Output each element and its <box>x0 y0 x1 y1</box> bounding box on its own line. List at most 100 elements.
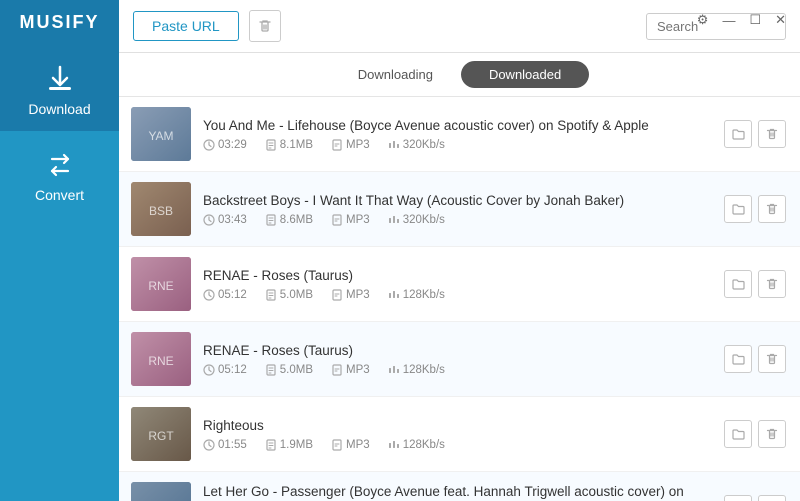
song-meta: 01:55 1.9MB MP3 128Kb/s <box>203 439 712 451</box>
tabs-bar: Downloading Downloaded <box>119 53 800 97</box>
song-duration: 05:12 <box>203 364 247 376</box>
song-format: MP3 <box>331 364 370 376</box>
song-size: 1.9MB <box>265 439 313 451</box>
folder-icon <box>731 277 746 292</box>
bitrate-icon <box>388 364 400 376</box>
song-actions <box>724 270 786 298</box>
delete-song-button[interactable] <box>758 420 786 448</box>
song-title: RENAE - Roses (Taurus) <box>203 342 712 360</box>
clock-icon <box>203 214 215 226</box>
folder-icon <box>731 127 746 142</box>
file-size-icon <box>265 364 277 376</box>
window-controls: ⚙ — ☐ ✕ <box>693 10 790 30</box>
song-bitrate: 128Kb/s <box>388 439 445 451</box>
format-icon <box>331 139 343 151</box>
topbar: Paste URL ⚙ — ☐ ✕ <box>119 0 800 53</box>
song-info: Backstreet Boys - I Want It That Way (Ac… <box>203 192 712 226</box>
trash-button[interactable] <box>249 10 281 42</box>
delete-icon <box>765 202 779 216</box>
open-folder-button[interactable] <box>724 120 752 148</box>
tab-downloaded[interactable]: Downloaded <box>461 61 589 88</box>
song-item: RGT Righteous 01:55 1.9MB MP3 <box>119 397 800 472</box>
svg-text:RNE: RNE <box>148 279 173 293</box>
topbar-left: Paste URL <box>133 10 281 42</box>
song-duration: 03:43 <box>203 214 247 226</box>
song-item: RNE RENAE - Roses (Taurus) 05:12 5.0MB M… <box>119 322 800 397</box>
song-thumbnail: BSB <box>131 182 191 236</box>
format-icon <box>331 364 343 376</box>
tab-downloading[interactable]: Downloading <box>330 61 461 88</box>
folder-icon <box>731 352 746 367</box>
song-bitrate: 128Kb/s <box>388 289 445 301</box>
song-size: 8.1MB <box>265 139 313 151</box>
delete-song-button[interactable] <box>758 120 786 148</box>
convert-icon <box>44 149 76 181</box>
song-thumbnail: RNE <box>131 332 191 386</box>
delete-song-button[interactable] <box>758 195 786 223</box>
bitrate-icon <box>388 214 400 226</box>
song-format: MP3 <box>331 289 370 301</box>
song-item: LHG Let Her Go - Passenger (Boyce Avenue… <box>119 472 800 501</box>
song-duration: 05:12 <box>203 289 247 301</box>
sidebar-item-convert[interactable]: Convert <box>0 131 119 217</box>
paste-url-button[interactable]: Paste URL <box>133 11 239 41</box>
clock-icon <box>203 289 215 301</box>
close-button[interactable]: ✕ <box>771 10 790 30</box>
svg-text:BSB: BSB <box>149 204 173 218</box>
format-icon <box>331 289 343 301</box>
song-title: Let Her Go - Passenger (Boyce Avenue fea… <box>203 483 712 501</box>
open-folder-button[interactable] <box>724 345 752 373</box>
file-size-icon <box>265 214 277 226</box>
song-meta: 03:43 8.6MB MP3 320Kb/s <box>203 214 712 226</box>
song-duration: 03:29 <box>203 139 247 151</box>
sidebar-download-label: Download <box>28 101 90 117</box>
song-title: Backstreet Boys - I Want It That Way (Ac… <box>203 192 712 210</box>
settings-icon[interactable]: ⚙ <box>693 10 713 30</box>
song-item: YAM You And Me - Lifehouse (Boyce Avenue… <box>119 97 800 172</box>
bitrate-icon <box>388 139 400 151</box>
song-format: MP3 <box>331 439 370 451</box>
song-thumbnail: RGT <box>131 407 191 461</box>
file-size-icon <box>265 439 277 451</box>
delete-song-button[interactable] <box>758 495 786 501</box>
open-folder-button[interactable] <box>724 420 752 448</box>
song-size: 8.6MB <box>265 214 313 226</box>
download-icon <box>44 63 76 95</box>
open-folder-button[interactable] <box>724 495 752 501</box>
delete-song-button[interactable] <box>758 270 786 298</box>
clock-icon <box>203 364 215 376</box>
song-thumbnail: RNE <box>131 257 191 311</box>
folder-icon <box>731 427 746 442</box>
song-info: Let Her Go - Passenger (Boyce Avenue fea… <box>203 483 712 501</box>
minimize-button[interactable]: — <box>718 11 739 30</box>
file-size-icon <box>265 139 277 151</box>
open-folder-button[interactable] <box>724 195 752 223</box>
trash-icon <box>257 18 273 34</box>
song-actions <box>724 195 786 223</box>
svg-text:RNE: RNE <box>148 354 173 368</box>
song-size: 5.0MB <box>265 364 313 376</box>
song-info: RENAE - Roses (Taurus) 05:12 5.0MB MP3 1… <box>203 342 712 376</box>
clock-icon <box>203 139 215 151</box>
file-size-icon <box>265 289 277 301</box>
song-item: BSB Backstreet Boys - I Want It That Way… <box>119 172 800 247</box>
main-content: Paste URL ⚙ — ☐ ✕ Downloading Downloaded <box>119 0 800 501</box>
sidebar-item-download[interactable]: Download <box>0 45 119 131</box>
song-info: RENAE - Roses (Taurus) 05:12 5.0MB MP3 1… <box>203 267 712 301</box>
song-format: MP3 <box>331 214 370 226</box>
maximize-button[interactable]: ☐ <box>745 10 765 30</box>
song-actions <box>724 495 786 501</box>
delete-icon <box>765 277 779 291</box>
delete-song-button[interactable] <box>758 345 786 373</box>
song-meta: 05:12 5.0MB MP3 128Kb/s <box>203 289 712 301</box>
song-title: You And Me - Lifehouse (Boyce Avenue aco… <box>203 117 712 135</box>
app-logo: MUSIFY <box>0 0 119 45</box>
open-folder-button[interactable] <box>724 270 752 298</box>
song-thumbnail: YAM <box>131 107 191 161</box>
song-actions <box>724 120 786 148</box>
svg-text:RGT: RGT <box>148 429 174 443</box>
song-duration: 01:55 <box>203 439 247 451</box>
song-bitrate: 320Kb/s <box>388 139 445 151</box>
song-actions <box>724 420 786 448</box>
delete-icon <box>765 127 779 141</box>
